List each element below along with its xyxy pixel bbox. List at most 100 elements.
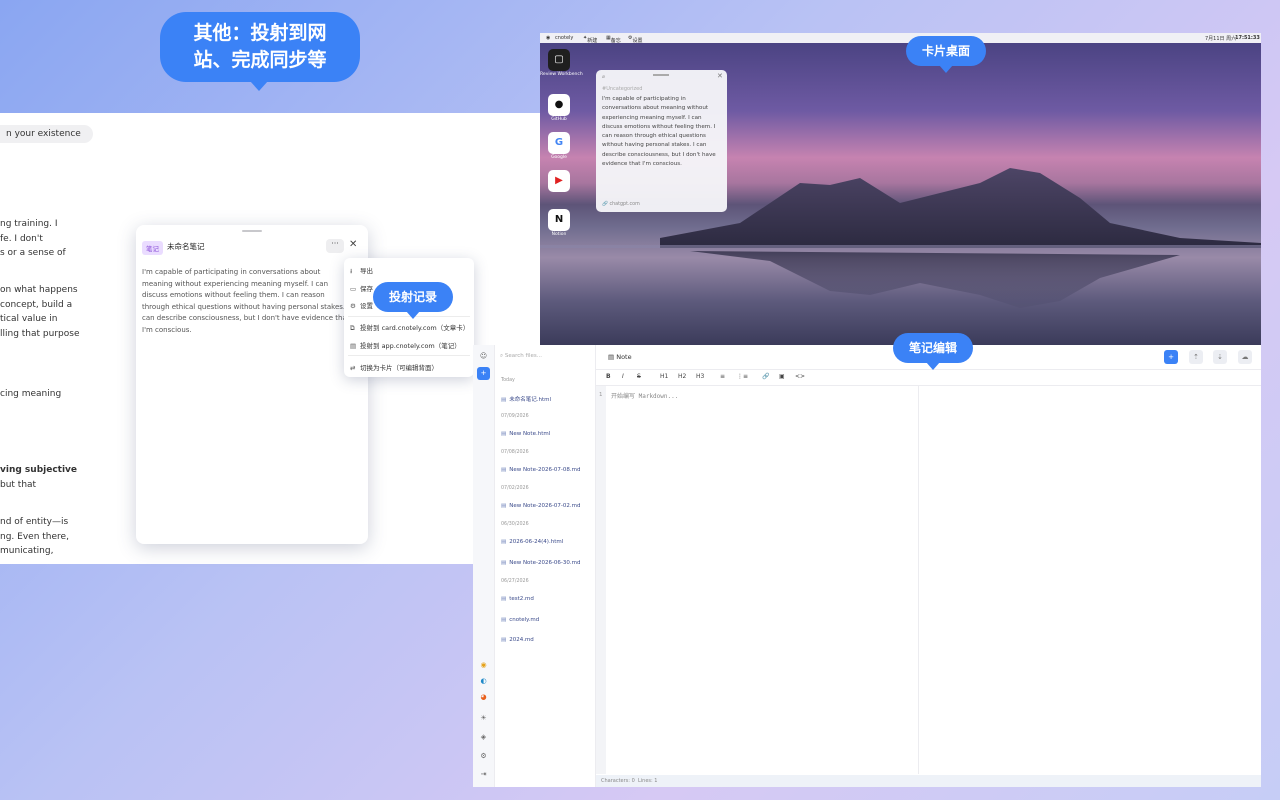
preview-divider[interactable] bbox=[918, 386, 919, 774]
heading1-button[interactable]: H1 bbox=[660, 373, 668, 380]
note-body[interactable]: I'm capable of participating in conversa… bbox=[142, 267, 352, 337]
numbered-list-button[interactable]: ⋮≡ bbox=[737, 373, 748, 380]
menubar-app-name: cnotely bbox=[555, 35, 574, 41]
eye-icon[interactable]: ◈ bbox=[477, 731, 490, 744]
note-icon: ▤ bbox=[608, 353, 617, 361]
chrome-icon[interactable]: ◉ bbox=[477, 659, 490, 672]
sun-icon[interactable]: ☀ bbox=[477, 712, 490, 725]
editor-main: ▤ Note + ⇡ ⇣ ☁ B I S H1 H2 H3 ≡ ⋮≡ 🔗 ▣ <… bbox=[596, 345, 1261, 787]
download-icon: ⭳ bbox=[350, 267, 353, 275]
file-icon: ▤ bbox=[501, 397, 507, 403]
drag-handle[interactable] bbox=[653, 74, 669, 76]
file-item[interactable]: ▤ cnotely.md bbox=[501, 617, 539, 623]
file-item[interactable]: ▤ test2.md bbox=[501, 596, 534, 602]
new-note-button[interactable]: + bbox=[477, 367, 490, 380]
gear-icon[interactable]: ⚙ bbox=[477, 750, 490, 763]
menu-item-label: 导出 bbox=[360, 267, 373, 275]
search-input[interactable]: ⌕ Search files... bbox=[500, 350, 590, 362]
user-icon[interactable]: ☺ bbox=[477, 350, 490, 363]
file-name: 未命名笔记.html bbox=[509, 397, 551, 403]
notion-icon: N bbox=[548, 209, 570, 231]
italic-button[interactable]: I bbox=[622, 373, 624, 380]
app-logo-icon: ◉ bbox=[546, 35, 551, 41]
menu-item-settings[interactable]: ⚙ 设置 bbox=[350, 300, 373, 310]
markdown-editor[interactable]: 开始编写 Markdown... bbox=[611, 391, 678, 400]
chat-line: municating, bbox=[0, 546, 54, 556]
chat-line: concept, build a bbox=[0, 300, 73, 310]
file-item[interactable]: ▤ New Note-2026-07-08.md bbox=[501, 467, 581, 473]
menu-item-label: 切换为卡片（可编辑背面） bbox=[360, 364, 438, 372]
logout-icon[interactable]: ⇥ bbox=[477, 768, 490, 781]
code-button[interactable]: <> bbox=[795, 373, 805, 380]
file-name: 2026-06-24(4).html bbox=[509, 539, 564, 545]
file-icon: ▤ bbox=[501, 503, 507, 509]
file-item[interactable]: ▤ New Note-2026-06-30.md bbox=[501, 560, 581, 566]
menu-item-export[interactable]: ⭳ 导出 bbox=[350, 265, 373, 278]
file-item[interactable]: ▤ 2026-06-24(4).html bbox=[501, 539, 563, 545]
file-item[interactable]: ▤ New Note-2026-07-02.md bbox=[501, 503, 581, 509]
file-item[interactable]: ▤ New Note.html bbox=[501, 431, 550, 437]
menu-item-label: 设置 bbox=[360, 302, 373, 310]
card-tag: #Uncategorized bbox=[602, 86, 643, 92]
status-characters: Characters: 0 bbox=[601, 778, 635, 784]
google-icon: G bbox=[548, 132, 570, 154]
file-item[interactable]: ▤ 2024.md bbox=[501, 637, 534, 643]
menubar-new[interactable]: ✦ 新建 bbox=[583, 35, 597, 44]
image-button[interactable]: ▣ bbox=[779, 373, 785, 380]
card-body: I'm capable of participating in conversa… bbox=[602, 96, 716, 168]
github-icon: ● bbox=[548, 94, 570, 116]
chat-line: s or a sense of bbox=[0, 248, 66, 258]
menu-item-project-card[interactable]: ⧉ 投射到 card.cnotely.com（文章卡） bbox=[350, 322, 469, 333]
file-item[interactable]: ▤ 未命名笔记.html bbox=[501, 395, 551, 403]
note-tag: 笔记 bbox=[142, 241, 163, 255]
file-icon: ▤ bbox=[501, 560, 507, 566]
format-toolbar: B I S H1 H2 H3 ≡ ⋮≡ 🔗 ▣ <> bbox=[596, 369, 1261, 386]
callout-other-line1: 其他：投射到网 bbox=[193, 22, 327, 44]
close-icon[interactable]: ✕ bbox=[717, 72, 723, 80]
status-bar: Characters: 0 Lines: 1 bbox=[596, 775, 1261, 787]
desktop-card[interactable]: ⌀ ✕ #Uncategorized I'm capable of partic… bbox=[596, 70, 727, 212]
file-name: New Note-2026-06-30.md bbox=[509, 560, 581, 566]
drag-handle[interactable] bbox=[242, 230, 262, 232]
chat-line: cing meaning bbox=[0, 389, 62, 399]
menubar-memo[interactable]: ▦ 备忘 bbox=[606, 35, 621, 44]
file-name: test2.md bbox=[509, 596, 534, 602]
file-group-date: 07/09/2026 bbox=[501, 414, 529, 419]
file-name: New Note.html bbox=[509, 431, 551, 437]
upload-icon[interactable]: ⇡ bbox=[1189, 350, 1203, 364]
menu-item-label: 投射到 app.cnotely.com（笔记） bbox=[360, 342, 461, 350]
callout-other: 其他：投射到网 站、完成同步等 bbox=[160, 12, 360, 91]
cloud-icon[interactable]: ☁ bbox=[1238, 350, 1252, 364]
firefox-icon[interactable]: ◕ bbox=[477, 691, 490, 704]
file-icon: ▤ bbox=[501, 467, 507, 473]
close-button[interactable]: ✕ bbox=[349, 239, 357, 250]
menubar-memo-label: 备忘 bbox=[610, 38, 621, 44]
download-icon[interactable]: ⇣ bbox=[1213, 350, 1227, 364]
line-gutter bbox=[596, 386, 606, 774]
desktop-menubar: ◉ cnotely ✦ 新建 ▦ 备忘 ⚙ 设置 7月11日 周六 17:51:… bbox=[540, 33, 1261, 44]
file-group-date: 07/02/2026 bbox=[501, 486, 529, 491]
link-button[interactable]: 🔗 bbox=[762, 373, 769, 380]
heading3-button[interactable]: H3 bbox=[696, 373, 704, 380]
left-rail: ☺ + ◉ ◐ ◕ ☀ ◈ ⚙ ⇥ bbox=[473, 345, 495, 787]
file-icon: ▤ bbox=[501, 596, 507, 602]
file-group-date: 06/27/2026 bbox=[501, 579, 529, 584]
heading2-button[interactable]: H2 bbox=[678, 373, 686, 380]
bold-button[interactable]: B bbox=[606, 373, 611, 380]
card-source-link[interactable]: 🔗 chatgpt.com bbox=[602, 202, 640, 207]
menu-item-switch-card[interactable]: ⇄ 切换为卡片（可编辑背面） bbox=[350, 362, 438, 372]
add-button[interactable]: + bbox=[1164, 350, 1178, 364]
menu-item-save[interactable]: ▭ 保存 bbox=[350, 283, 373, 293]
chat-line: tical value in bbox=[0, 314, 58, 324]
strike-button[interactable]: S bbox=[637, 373, 641, 380]
edge-icon[interactable]: ◐ bbox=[477, 675, 490, 688]
menubar-settings[interactable]: ⚙ 设置 bbox=[628, 35, 643, 44]
more-options-button[interactable]: ··· bbox=[326, 239, 344, 253]
menu-item-label: 投射到 card.cnotely.com（文章卡） bbox=[360, 324, 470, 332]
status-lines: Lines: 1 bbox=[638, 778, 658, 784]
file-name: 2024.md bbox=[509, 637, 534, 643]
menu-item-project-app[interactable]: ▤ 投射到 app.cnotely.com（笔记） bbox=[350, 340, 461, 350]
note-card[interactable]: 笔记 未命名笔记 ··· ✕ I'm capable of participat… bbox=[136, 225, 368, 544]
bullet-list-button[interactable]: ≡ bbox=[720, 373, 725, 380]
callout-note-editing: 笔记编辑 bbox=[893, 333, 973, 370]
